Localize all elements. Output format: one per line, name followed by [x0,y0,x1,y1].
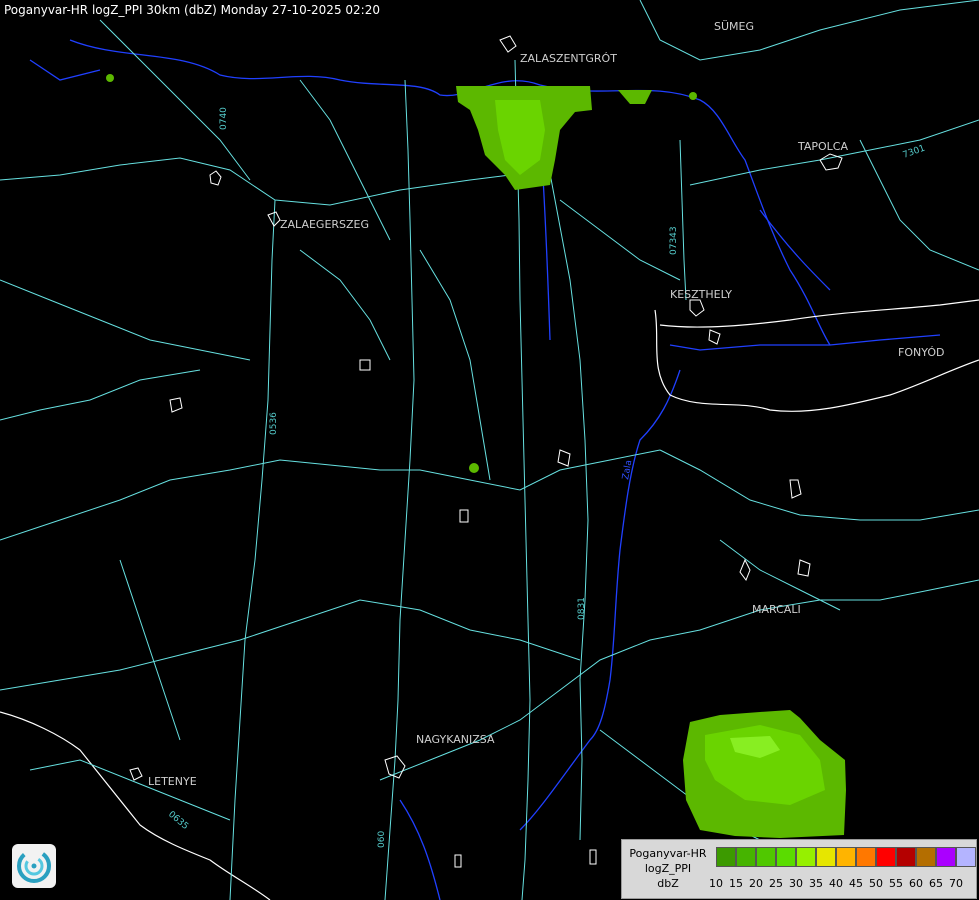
dbz-legend: Poganyvar-HR logZ_PPI dbZ 10 15 20 25 30 35 40… [621,839,977,899]
river-label-zala: Zala [621,459,634,480]
map-title: Poganyvar-HR logZ_PPI 30km (dbZ) Monday … [4,3,380,17]
town-marcali: MARCALI [752,603,801,616]
radar-swirl-icon [12,844,56,888]
road-label-0740: 0740 [219,107,229,130]
legend-swatch-9 [896,847,916,867]
road-label-07343: 07343 [669,226,679,255]
echo-speck-1 [689,92,697,100]
legend-swatch-7 [856,847,876,867]
town-nagykanizsa: NAGYKANIZSA [416,733,495,746]
legend-swatch-5 [816,847,836,867]
legend-swatch-0 [716,847,736,867]
town-keszthely: KESZTHELY [670,288,732,301]
road-label-0635: 0635 [166,810,190,832]
legend-swatch-2 [756,847,776,867]
road-label-7301: 7301 [902,144,927,161]
road-label-0831: 0831 [577,597,587,620]
legend-swatch-10 [916,847,936,867]
legend-label: Poganyvar-HR logZ_PPI dbZ [622,846,714,891]
legend-swatch-1 [736,847,756,867]
legend-label-unit: dbZ [657,877,679,890]
legend-swatch-12 [956,847,976,867]
town-tapolca: TAPOLCA [797,140,848,153]
echo-northeast [618,90,652,104]
legend-tick-70: 70 [949,877,963,890]
legend-swatch-8 [876,847,896,867]
road-label-0536: 0536 [269,412,279,435]
legend-swatch-6 [836,847,856,867]
legend-label-radar: Poganyvar-HR [629,847,707,860]
echo-layer [106,74,846,838]
legend-swatch-4 [796,847,816,867]
town-letenye: LETENYE [148,775,197,788]
town-zalaegerszeg: ZALAEGERSZEG [280,218,369,231]
echo-speck-3 [469,463,479,473]
town-sumeg: SÜMEG [714,20,754,33]
legend-swatch-3 [776,847,796,867]
legend-swatch-11 [936,847,956,867]
road-label-060: 060 [377,831,387,848]
echo-speck-2 [106,74,114,82]
legend-label-product: logZ_PPI [644,862,692,875]
town-zalaszentgrot: ZALASZENTGRÓT [520,52,617,65]
town-fonyod: FONYÓD [898,346,944,359]
radar-map: SÜMEG ZALASZENTGRÓT TAPOLCA ZALAEGERSZEG… [0,0,979,900]
